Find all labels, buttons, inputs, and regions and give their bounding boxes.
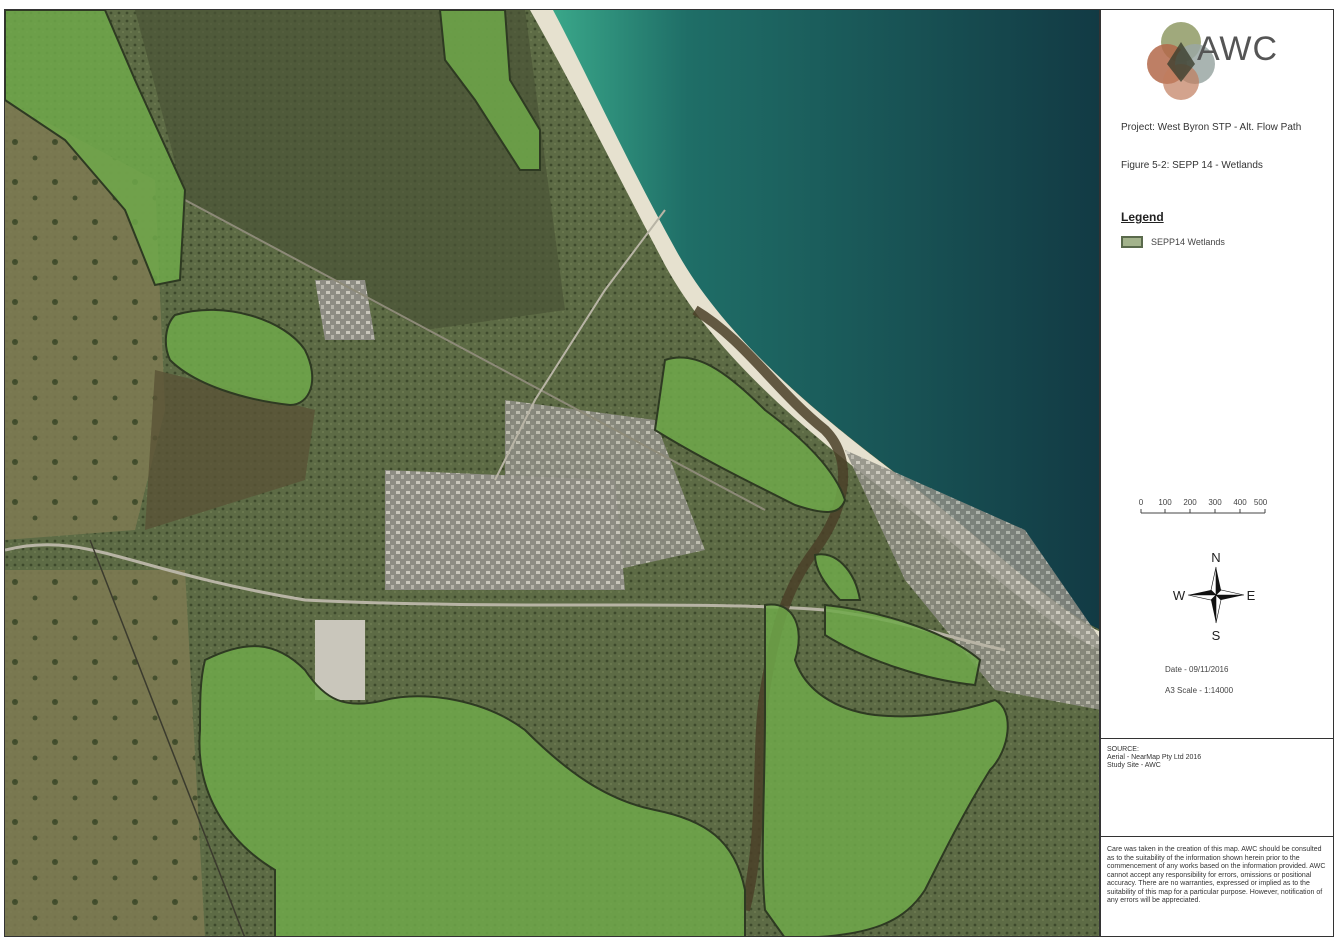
scale-tick-0: 0 [1139,498,1144,507]
source-block: SOURCE: Aerial - NearMap Pty Ltd 2016 St… [1107,746,1327,770]
source-line-aerial: Aerial - NearMap Pty Ltd 2016 [1107,754,1202,761]
panel-divider [1101,738,1333,739]
logo-text: AWC [1197,30,1279,68]
disclaimer-text: Care was taken in the creation of this m… [1107,846,1326,904]
source-line-study: Study Site - AWC [1107,762,1161,769]
legend-title: Legend [1121,210,1164,224]
aerial-map[interactable] [4,9,1100,937]
scale-bar: 0 100 200 300 400 500 m [1139,498,1269,514]
legend-label-wetlands: SEPP14 Wetlands [1151,237,1225,247]
scale-tick-2: 200 [1183,498,1197,507]
treatment-plant [315,280,375,340]
map-page: AWC Project: West Byron STP - Alt. Flow … [0,0,1340,947]
map-date: Date - 09/11/2016 [1165,665,1229,674]
scale-tick-1: 100 [1158,498,1172,507]
scale-tick-5: 500 m [1254,498,1269,507]
source-title: SOURCE: [1107,746,1139,753]
sheds [315,620,365,700]
figure-title: Figure 5-2: SEPP 14 - Wetlands [1121,160,1263,171]
aerial-map-canvas [5,10,1099,936]
compass-s: S [1212,628,1221,640]
panel-divider [1101,836,1333,837]
legend-swatch-wetlands [1121,236,1143,248]
compass-n: N [1211,550,1220,565]
scale-tick-3: 300 [1208,498,1222,507]
compass-e: E [1247,588,1256,603]
compass-w: W [1173,588,1186,603]
map-scale: A3 Scale - 1:14000 [1165,686,1234,695]
scale-tick-4: 400 [1233,498,1247,507]
north-arrow-icon: N S E W [1173,550,1256,640]
farmland-southwest [5,570,205,936]
map-info-panel: AWC Project: West Byron STP - Alt. Flow … [1100,9,1334,937]
project-title: Project: West Byron STP - Alt. Flow Path [1121,122,1302,133]
